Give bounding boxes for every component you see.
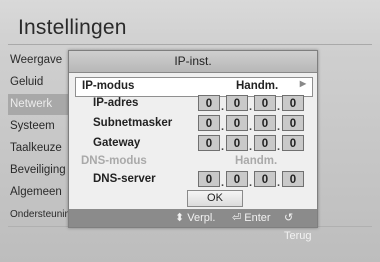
ok-button[interactable]: OK (187, 190, 243, 207)
subnet-octet-2[interactable]: 0 (226, 115, 248, 131)
enter-icon: ⏎ (232, 212, 242, 224)
octet-separator: . (221, 141, 225, 153)
menu-item-weergave[interactable]: Weergave (8, 50, 74, 71)
menu-item-beveiliging[interactable]: Beveiliging (8, 160, 74, 181)
menu-item-systeem[interactable]: Systeem (8, 116, 74, 137)
subnet-mask-row: Subnetmasker 0 . 0 . 0 . 0 (75, 115, 311, 133)
ip-address-row: IP-adres 0 . 0 . 0 . 0 (75, 95, 311, 113)
dialog-title: IP-inst. (69, 51, 317, 73)
ip-octet-1[interactable]: 0 (198, 95, 220, 111)
octet-separator: . (221, 101, 225, 113)
footer-move-hint: ⬍ Verpl. (175, 209, 215, 227)
footer-enter-hint: ⏎ Enter (232, 209, 271, 227)
ip-mode-row[interactable]: IP-modus Handm. ▶ (75, 77, 313, 97)
ip-settings-dialog: IP-inst. IP-modus Handm. ▶ IP-adres 0 . … (68, 50, 318, 242)
dns-server-label: DNS-server (93, 173, 156, 185)
subnet-octet-1[interactable]: 0 (198, 115, 220, 131)
dns-mode-value: Handm. (235, 155, 278, 167)
octet-separator: . (277, 141, 281, 153)
dns-octet-3[interactable]: 0 (254, 171, 276, 187)
octet-separator: . (249, 177, 253, 189)
octet-separator: . (221, 121, 225, 133)
footer-move-label: Verpl. (187, 212, 216, 224)
gateway-label: Gateway (93, 137, 141, 149)
ip-octet-3[interactable]: 0 (254, 95, 276, 111)
octet-separator: . (277, 121, 281, 133)
footer-enter-label: Enter (244, 212, 271, 224)
octet-separator: . (221, 177, 225, 189)
dns-mode-label: DNS-modus (81, 155, 147, 167)
octet-separator: . (277, 101, 281, 113)
octet-separator: . (277, 177, 281, 189)
ip-octet-4[interactable]: 0 (282, 95, 304, 111)
updown-icon: ⬍ (175, 212, 185, 224)
ip-octet-2[interactable]: 0 (226, 95, 248, 111)
dns-server-row: DNS-server 0 . 0 . 0 . 0 (75, 171, 311, 189)
settings-menu: Weergave Geluid Netwerk Systeem Taalkeuz… (8, 50, 74, 232)
return-icon: ↺ (284, 212, 294, 224)
subnet-octet-4[interactable]: 0 (282, 115, 304, 131)
settings-screen: Instellingen Weergave Geluid Netwerk Sys… (0, 0, 380, 262)
menu-item-ondersteuning[interactable]: Ondersteuning (8, 204, 74, 225)
dns-mode-row[interactable]: DNS-modus Handm. (75, 153, 311, 171)
menu-item-taalkeuze[interactable]: Taalkeuze (8, 138, 74, 159)
octet-separator: . (249, 141, 253, 153)
menu-item-algemeen[interactable]: Algemeen (8, 182, 74, 203)
subnet-octet-3[interactable]: 0 (254, 115, 276, 131)
gateway-octet-3[interactable]: 0 (254, 135, 276, 151)
octet-separator: . (249, 121, 253, 133)
gateway-octet-4[interactable]: 0 (282, 135, 304, 151)
gateway-octet-1[interactable]: 0 (198, 135, 220, 151)
gateway-row: Gateway 0 . 0 . 0 . 0 (75, 135, 311, 153)
dns-octet-4[interactable]: 0 (282, 171, 304, 187)
ip-mode-value: Handm. (236, 80, 279, 92)
gateway-octet-2[interactable]: 0 (226, 135, 248, 151)
dns-octet-2[interactable]: 0 (226, 171, 248, 187)
ip-mode-label: IP-modus (82, 80, 135, 92)
ip-address-label: IP-adres (93, 97, 139, 109)
footer-back-label: Terug (284, 230, 312, 242)
menu-item-netwerk[interactable]: Netwerk (8, 94, 74, 115)
octet-separator: . (249, 101, 253, 113)
dialog-footer: ⬍ Verpl. ⏎ Enter ↺ Terug (69, 209, 317, 242)
title-divider (8, 44, 372, 45)
subnet-mask-label: Subnetmasker (93, 117, 173, 129)
screen-title: Instellingen (18, 16, 127, 39)
menu-item-geluid[interactable]: Geluid (8, 72, 74, 93)
footer-back-hint: ↺ Terug (284, 209, 317, 245)
chevron-right-icon: ▶ (299, 79, 306, 88)
dns-octet-1[interactable]: 0 (198, 171, 220, 187)
